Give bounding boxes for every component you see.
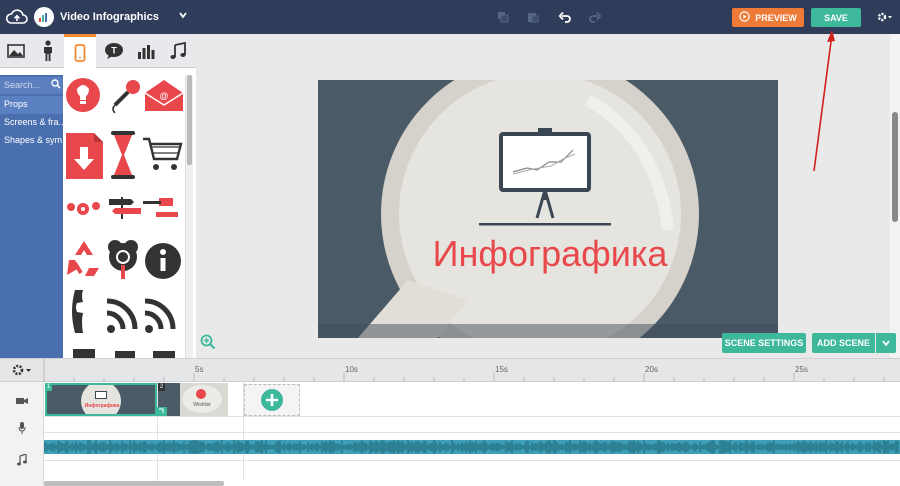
video-camera-icon	[16, 396, 28, 409]
svg-text:@: @	[159, 91, 168, 101]
save-button[interactable]: SAVE	[811, 8, 861, 27]
download-arrow-prop-icon[interactable]	[66, 133, 103, 179]
audio-waveform[interactable]	[44, 440, 900, 454]
tick-label: 10s	[345, 365, 358, 374]
scene-thumbnail-1[interactable]: Инфографика	[45, 383, 157, 416]
scene-number: 2	[158, 383, 165, 391]
props-phone-icon[interactable]	[64, 34, 96, 68]
tick-label: 20s	[645, 365, 658, 374]
recycle-prop-icon[interactable]	[67, 241, 99, 276]
library-scrollbar[interactable]	[185, 75, 193, 358]
telephone-prop-icon[interactable]	[72, 290, 83, 333]
timeline-settings-gear-icon[interactable]	[10, 362, 34, 381]
backgrounds-icon[interactable]	[0, 34, 32, 68]
category-item-props[interactable]: Props	[0, 96, 63, 114]
email-envelope-prop-icon[interactable]: @	[144, 80, 184, 111]
info-prop-icon[interactable]	[145, 243, 181, 279]
add-scene-dropdown[interactable]	[876, 333, 896, 353]
preview-button[interactable]: PREVIEW	[732, 8, 804, 27]
scene-thumb-title: Инфографика	[84, 403, 120, 409]
music-note-icon[interactable]	[162, 34, 194, 68]
scene-number: 1	[45, 383, 52, 391]
copy-scene-icon[interactable]	[488, 0, 518, 34]
text-bubble-icon[interactable]: T	[98, 34, 130, 68]
search-placeholder: Search...	[4, 80, 41, 90]
search-icon[interactable]	[51, 79, 61, 92]
category-item-shapes[interactable]: Shapes & sym...	[0, 132, 63, 150]
scene-thumb-title: Wishlist	[193, 402, 211, 408]
preview-label: PREVIEW	[755, 12, 797, 23]
transition-icon[interactable]	[157, 407, 167, 416]
add-scene-label: ADD SCENE	[816, 338, 870, 348]
music-note-icon	[17, 453, 27, 469]
characters-icon[interactable]	[32, 34, 64, 68]
paste-scene-icon[interactable]	[518, 0, 548, 34]
gears-prop-icon[interactable]	[67, 202, 100, 215]
chevron-down-icon[interactable]	[178, 10, 188, 23]
library-category-bar: T	[0, 34, 196, 68]
undo-icon[interactable]	[550, 0, 580, 34]
tick-label: 5s	[195, 365, 204, 374]
microphone-icon	[18, 422, 26, 437]
shopping-cart-prop-icon[interactable]	[143, 137, 183, 170]
category-label: Props	[4, 99, 28, 109]
lightbulb-prop-icon[interactable]	[66, 78, 100, 112]
play-circle-icon	[739, 11, 750, 24]
project-title-dropdown[interactable]: Video Infographics	[34, 4, 194, 30]
tick-label: 15s	[495, 365, 508, 374]
props-icon-grid: @	[63, 75, 185, 358]
tick-label: 25s	[795, 365, 808, 374]
cloud-upload-icon[interactable]	[0, 0, 34, 34]
category-label: Shapes & sym...	[4, 135, 63, 145]
slide-title-text[interactable]: Инфографика	[400, 232, 700, 276]
scene-thumbnail-2[interactable]: Wishlist	[158, 383, 228, 416]
wifi-prop-icon[interactable]	[144, 298, 176, 333]
tree-refresh-prop-icon[interactable]	[108, 240, 138, 279]
presentation-board-icon[interactable]	[479, 128, 611, 228]
rss-feed-prop-icon[interactable]	[106, 298, 138, 333]
category-label: Screens & fra...	[4, 117, 63, 127]
scene-settings-label: SCENE SETTINGS	[724, 338, 804, 348]
save-label: SAVE	[824, 12, 848, 23]
annotation-arrow	[806, 26, 836, 176]
zoom-in-icon[interactable]	[200, 334, 216, 353]
scene-settings-button[interactable]: SCENE SETTINGS	[722, 333, 806, 353]
microphone-prop-icon[interactable]	[112, 80, 140, 114]
settings-gear-icon[interactable]	[868, 0, 900, 34]
gavel-prop-icon[interactable]	[143, 198, 178, 217]
hourglass-prop-icon[interactable]	[111, 131, 135, 179]
add-scene-placeholder[interactable]	[244, 384, 300, 416]
chevron-down-icon	[882, 340, 890, 347]
plus-circle-icon	[261, 389, 283, 411]
timeline-horizontal-scrollbar[interactable]	[44, 481, 224, 486]
charts-icon[interactable]	[130, 34, 162, 68]
add-scene-button[interactable]: ADD SCENE	[812, 333, 875, 353]
canvas-scrollbar[interactable]	[890, 34, 900, 358]
category-item-screens[interactable]: Screens & fra...	[0, 114, 63, 132]
svg-text:T: T	[111, 46, 117, 56]
timeline-ruler: 5s 10s 15s 20s 25s	[0, 358, 900, 383]
redo-icon[interactable]	[580, 0, 610, 34]
timeline-track-icons	[0, 382, 44, 486]
signpost-prop-icon[interactable]	[109, 197, 141, 219]
project-logo-icon	[34, 7, 54, 27]
project-title: Video Infographics	[60, 11, 159, 23]
